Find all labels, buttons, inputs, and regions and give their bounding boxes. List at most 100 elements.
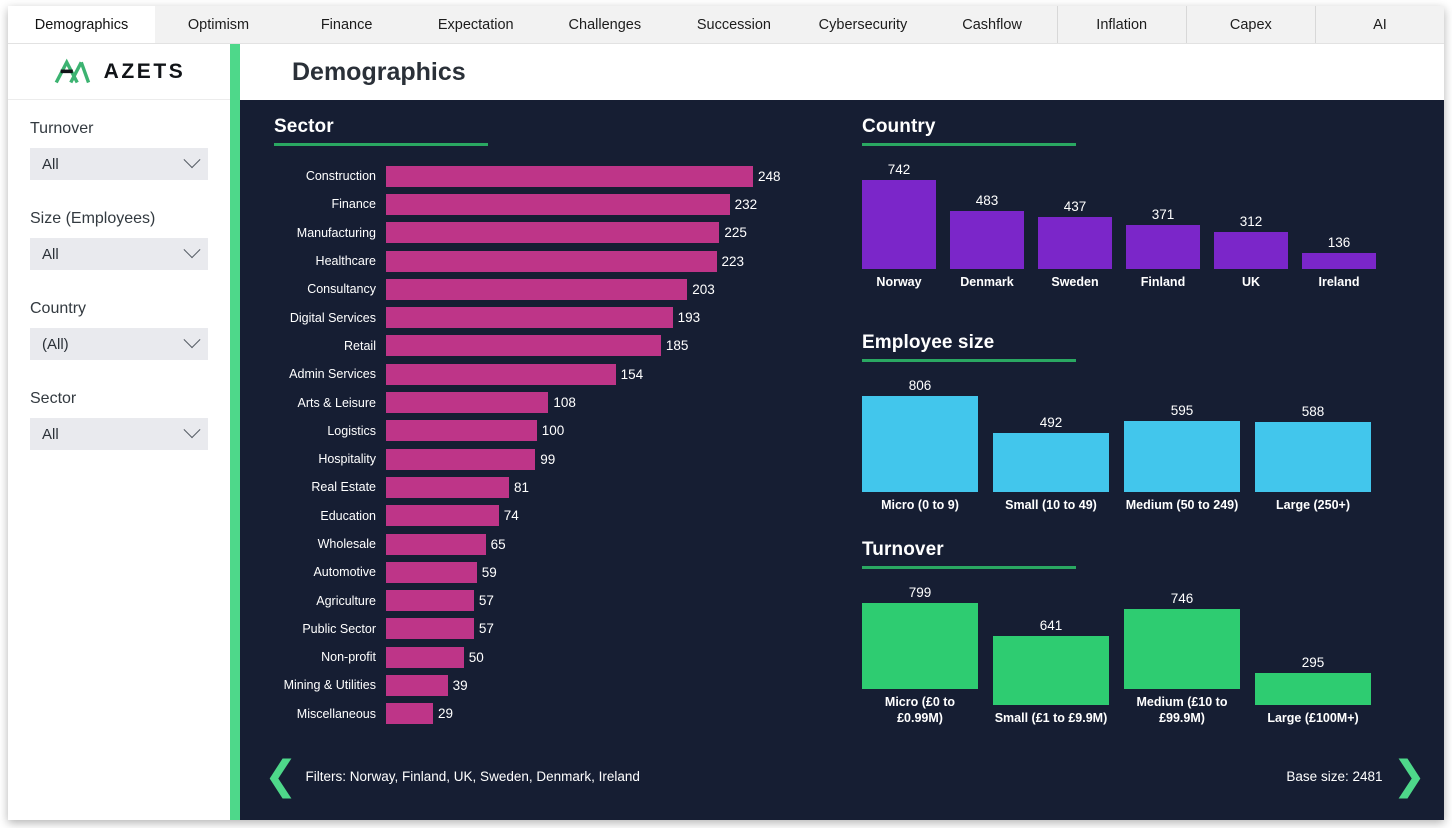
- sector-bar-row[interactable]: Finance 232: [274, 190, 844, 218]
- filter-country-select[interactable]: (All): [30, 328, 208, 360]
- sector-bar-row[interactable]: Construction 248: [274, 162, 844, 190]
- sector-bar-row[interactable]: Admin Services 154: [274, 360, 844, 388]
- sector-category-label: Retail: [344, 338, 376, 353]
- employee-size-bar-group[interactable]: 492 Small (10 to 49): [993, 415, 1109, 513]
- turnover-bar[interactable]: [993, 635, 1109, 705]
- sector-bar-row[interactable]: Logistics 100: [274, 417, 844, 445]
- sector-bar-row[interactable]: Consultancy 203: [274, 275, 844, 303]
- sector-bar-row[interactable]: Arts & Leisure 108: [274, 388, 844, 416]
- sector-bar[interactable]: [386, 165, 753, 187]
- turnover-heading: Turnover: [862, 539, 1076, 569]
- tab-expectation[interactable]: Expectation: [411, 6, 541, 43]
- country-bar[interactable]: [1126, 224, 1200, 269]
- tab-challenges[interactable]: Challenges: [540, 6, 670, 43]
- filter-size-employees-select[interactable]: All: [30, 238, 208, 270]
- sector-bar[interactable]: [386, 476, 509, 498]
- filter-country-value: (All): [42, 335, 69, 353]
- country-bar[interactable]: [1302, 252, 1376, 269]
- turnover-bar-group[interactable]: 746 Medium (£10 to £99.9M): [1124, 591, 1240, 727]
- turnover-bar[interactable]: [1124, 608, 1240, 689]
- filter-sector-select[interactable]: All: [30, 418, 208, 450]
- sector-bar[interactable]: [386, 335, 661, 357]
- country-bar-group[interactable]: 136 Ireland: [1302, 235, 1376, 291]
- tab-cashflow[interactable]: Cashflow: [927, 6, 1057, 43]
- sector-bar[interactable]: [386, 278, 688, 300]
- sector-bar-row[interactable]: Miscellaneous 29: [274, 700, 844, 728]
- turnover-bar[interactable]: [862, 603, 978, 689]
- sector-bar[interactable]: [386, 193, 730, 215]
- sector-bar-row[interactable]: Retail 185: [274, 332, 844, 360]
- country-bar-group[interactable]: 742 Norway: [862, 162, 936, 291]
- country-bar[interactable]: [862, 180, 936, 269]
- sector-bar-row[interactable]: Automotive 59: [274, 558, 844, 586]
- sector-bar[interactable]: [386, 505, 499, 527]
- employee-size-bar-group[interactable]: 588 Large (250+): [1255, 404, 1371, 514]
- tab-capex[interactable]: Capex: [1185, 6, 1315, 43]
- tab-inflation[interactable]: Inflation: [1056, 6, 1186, 43]
- sector-chart: Sector Construction 248 Finance 232 Manufact…: [274, 116, 844, 728]
- sector-bar-row[interactable]: Hospitality 99: [274, 445, 844, 473]
- sector-bar[interactable]: [386, 703, 433, 725]
- turnover-bars: 799 Micro (£0 to £0.99M) 641 Small (£1 to £…: [862, 585, 1386, 726]
- tab-ai[interactable]: AI: [1314, 6, 1444, 43]
- employee-size-category-label: Small (10 to 49): [1005, 498, 1097, 512]
- tab-optimism[interactable]: Optimism: [154, 6, 283, 43]
- sector-bar[interactable]: [386, 222, 720, 244]
- sector-bar-row[interactable]: Real Estate 81: [274, 473, 844, 501]
- sector-bar[interactable]: [386, 250, 717, 272]
- sector-bar-row[interactable]: Public Sector 57: [274, 615, 844, 643]
- sector-bar[interactable]: [386, 646, 464, 668]
- employee-size-bar[interactable]: [862, 396, 978, 492]
- tab-succession[interactable]: Succession: [669, 6, 799, 43]
- sector-bar[interactable]: [386, 307, 673, 329]
- country-bar-group[interactable]: 437 Sweden: [1038, 199, 1112, 291]
- country-bar-group[interactable]: 483 Denmark: [950, 193, 1024, 291]
- tab-demographics[interactable]: Demographics: [8, 6, 155, 43]
- employee-size-bar-group[interactable]: 595 Medium (50 to 249): [1124, 403, 1240, 514]
- sector-bar-wrap: 57: [386, 618, 494, 640]
- filter-turnover-select[interactable]: All: [30, 148, 208, 180]
- sector-bar-wrap: 154: [386, 363, 643, 385]
- sector-bar[interactable]: [386, 533, 486, 555]
- sector-bar[interactable]: [386, 561, 477, 583]
- employee-size-bar-group[interactable]: 806 Micro (0 to 9): [862, 378, 978, 514]
- sector-bar-row[interactable]: Healthcare 223: [274, 247, 844, 275]
- country-bar-group[interactable]: 312 UK: [1214, 214, 1288, 291]
- sector-bar[interactable]: [386, 392, 549, 414]
- turnover-bar-group[interactable]: 295 Large (£100M+): [1255, 655, 1371, 726]
- tab-cybersecurity[interactable]: Cybersecurity: [798, 6, 928, 43]
- employee-size-bars: 806 Micro (0 to 9) 492 Small (10 to 49) 595 M…: [862, 378, 1386, 514]
- brand-name: AZETS: [103, 59, 186, 83]
- sector-bar[interactable]: [386, 674, 448, 696]
- country-category-label: Finland: [1140, 275, 1186, 289]
- turnover-bar-group[interactable]: 799 Micro (£0 to £0.99M): [862, 585, 978, 726]
- sector-value-label: 185: [665, 338, 689, 354]
- turnover-bar-group[interactable]: 641 Small (£1 to £9.9M): [993, 618, 1109, 727]
- employee-size-title: Employee size: [862, 332, 995, 353]
- sector-bar[interactable]: [386, 590, 474, 612]
- employee-size-bar[interactable]: [1255, 422, 1371, 492]
- employee-size-bar[interactable]: [993, 433, 1109, 492]
- sector-bar-wrap: 99: [386, 448, 555, 470]
- sector-bar-row[interactable]: Manufacturing 225: [274, 219, 844, 247]
- sector-bar-row[interactable]: Non-profit 50: [274, 643, 844, 671]
- sector-bar[interactable]: [386, 448, 536, 470]
- employee-size-bar[interactable]: [1124, 421, 1240, 492]
- sector-bar-row[interactable]: Digital Services 193: [274, 303, 844, 331]
- country-bar-group[interactable]: 371 Finland: [1126, 207, 1200, 291]
- turnover-bar[interactable]: [1255, 672, 1371, 705]
- chevron-left-icon[interactable]: ❮: [264, 756, 298, 796]
- country-bar[interactable]: [1038, 216, 1112, 269]
- sector-bar-row[interactable]: Mining & Utilities 39: [274, 671, 844, 699]
- sector-bar[interactable]: [386, 420, 537, 442]
- sector-bar[interactable]: [386, 618, 474, 640]
- sector-bar-row[interactable]: Education 74: [274, 502, 844, 530]
- country-bar[interactable]: [950, 211, 1024, 269]
- tab-finance[interactable]: Finance: [282, 6, 412, 43]
- country-bar[interactable]: [1214, 231, 1288, 269]
- country-underline: [862, 143, 1076, 146]
- sector-bar[interactable]: [386, 363, 616, 385]
- chevron-right-icon[interactable]: ❯: [1392, 756, 1426, 796]
- sector-bar-row[interactable]: Agriculture 57: [274, 586, 844, 614]
- sector-bar-row[interactable]: Wholesale 65: [274, 530, 844, 558]
